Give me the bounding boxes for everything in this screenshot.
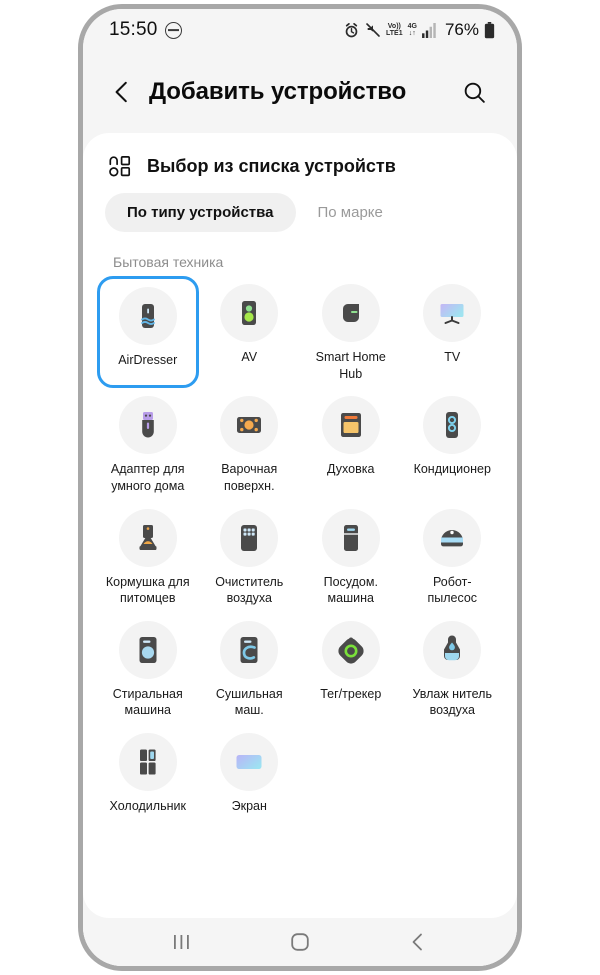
display-screen-icon	[220, 733, 279, 791]
status-bar: 15:50 Vo)) LTE1 4G ↓↑ 76%	[83, 9, 517, 51]
network-line-1: 4G	[407, 23, 417, 30]
robot-vacuum-icon	[423, 508, 482, 567]
device-list-grid-icon	[109, 156, 131, 177]
device-label: Холодильник	[109, 799, 186, 813]
phone-screen: 15:50 Vo)) LTE1 4G ↓↑ 76% Добавить устро…	[83, 9, 517, 966]
tag-tracker-icon	[321, 620, 380, 679]
device-label: TV	[444, 350, 461, 364]
smart-home-hub-icon	[321, 284, 380, 342]
back-chevron-icon[interactable]	[105, 75, 139, 109]
device-label: Робот-пылесос	[427, 574, 478, 606]
air-purifier-icon	[220, 508, 279, 567]
category-label: Бытовая техника	[113, 254, 224, 270]
device-label: Кондиционер	[413, 462, 491, 477]
do-not-disturb-icon	[164, 21, 182, 39]
pet-feeder-icon	[118, 508, 177, 567]
device-label: Адаптер для умного дома	[110, 462, 185, 493]
signal-bars-icon	[422, 22, 436, 38]
device-cell-tag-tracker[interactable]: Тег/трекер	[300, 613, 402, 725]
device-label: Сушильная маш.	[215, 686, 283, 718]
tab-bar: По типу устройства По марке	[83, 177, 517, 232]
home-icon[interactable]	[278, 924, 322, 960]
device-cell-air-conditioner[interactable]: Кондиционер	[402, 388, 504, 500]
device-cell-pet-feeder[interactable]: Кормушка для питомцев	[97, 501, 199, 613]
washing-machine-icon	[118, 620, 177, 679]
refrigerator-icon	[118, 733, 177, 791]
recents-icon[interactable]	[160, 924, 204, 960]
device-label: Экран	[231, 799, 267, 813]
status-bar-left: 15:50	[109, 19, 343, 41]
mute-icon	[366, 23, 380, 37]
device-cell-tv[interactable]: TV	[402, 276, 504, 388]
network-type-indicator: 4G ↓↑	[408, 23, 417, 37]
device-cell-av[interactable]: AV	[199, 276, 301, 388]
battery-percent-label: 76%	[444, 20, 479, 39]
device-label: Увлаж нитель воздуха	[412, 686, 493, 718]
device-label: Духовка	[327, 462, 375, 477]
device-label: AV	[241, 350, 258, 364]
device-cell-smart-home-adapter[interactable]: Адаптер для умного дома	[97, 388, 199, 500]
device-label: AirDresser	[118, 353, 178, 367]
device-cell-airdresser[interactable]: AirDresser	[97, 276, 199, 389]
air-conditioner-icon	[423, 396, 482, 455]
page-title: Добавить устройство	[149, 78, 407, 105]
battery-icon	[484, 21, 495, 38]
volte-line-2: LTE1	[386, 30, 403, 37]
back-icon[interactable]	[396, 924, 440, 960]
status-time: 15:50	[109, 19, 158, 40]
device-cell-dishwasher[interactable]: Посудом. машина	[300, 501, 402, 613]
dishwasher-icon	[321, 508, 380, 567]
device-label: Посудом. машина	[323, 574, 378, 606]
network-line-2: ↓↑	[408, 30, 416, 37]
alarm-icon	[345, 22, 358, 37]
device-label: Тег/трекер	[320, 686, 382, 701]
device-grid: AirDresser AV Smart Home Hub TV Адаптер …	[83, 270, 517, 918]
section-title: Выбор из списка устройств	[147, 155, 396, 176]
device-label: Стиральная машина	[112, 686, 183, 718]
content-card: Выбор из списка устройств По типу устрой…	[83, 133, 517, 918]
volte-line-1: Vo))	[387, 23, 401, 30]
device-label: Кормушка для питомцев	[105, 574, 190, 606]
device-cell-cooktop[interactable]: Варочная поверхн.	[199, 388, 301, 500]
app-header: Добавить устройство	[83, 51, 517, 133]
status-bar-right: Vo)) LTE1 4G ↓↑ 76%	[343, 20, 495, 40]
oven-icon	[321, 396, 380, 455]
cooktop-icon	[220, 396, 279, 455]
device-cell-oven[interactable]: Духовка	[300, 388, 402, 500]
device-label: Варочная поверхн.	[221, 462, 278, 493]
phone-frame: 15:50 Vo)) LTE1 4G ↓↑ 76% Добавить устро…	[78, 4, 522, 971]
airdresser-icon	[118, 287, 177, 345]
device-label: Очиститель воздуха	[215, 574, 284, 606]
tv-icon	[423, 284, 482, 342]
tab-by-brand[interactable]: По марке	[296, 193, 405, 232]
device-cell-display-screen[interactable]: Экран	[199, 725, 301, 821]
device-label: Smart Home Hub	[315, 350, 386, 381]
device-cell-dryer[interactable]: Сушильная маш.	[199, 613, 301, 725]
av-speaker-icon	[220, 284, 279, 342]
device-cell-washing-machine[interactable]: Стиральная машина	[97, 613, 199, 725]
humidifier-icon	[423, 620, 482, 679]
volte-indicator: Vo)) LTE1	[386, 23, 403, 37]
system-nav-bar	[83, 918, 517, 966]
device-cell-air-purifier[interactable]: Очиститель воздуха	[199, 501, 301, 613]
section-header: Выбор из списка устройств	[83, 133, 517, 177]
device-cell-humidifier[interactable]: Увлаж нитель воздуха	[402, 613, 504, 725]
search-icon[interactable]	[457, 75, 491, 109]
device-cell-smart-home-hub[interactable]: Smart Home Hub	[300, 276, 402, 388]
dryer-icon	[220, 620, 279, 679]
tab-by-device-type[interactable]: По типу устройства	[105, 193, 296, 232]
smart-home-adapter-icon	[118, 396, 177, 455]
device-cell-refrigerator[interactable]: Холодильник	[97, 725, 199, 821]
device-cell-robot-vacuum[interactable]: Робот-пылесос	[402, 501, 504, 613]
